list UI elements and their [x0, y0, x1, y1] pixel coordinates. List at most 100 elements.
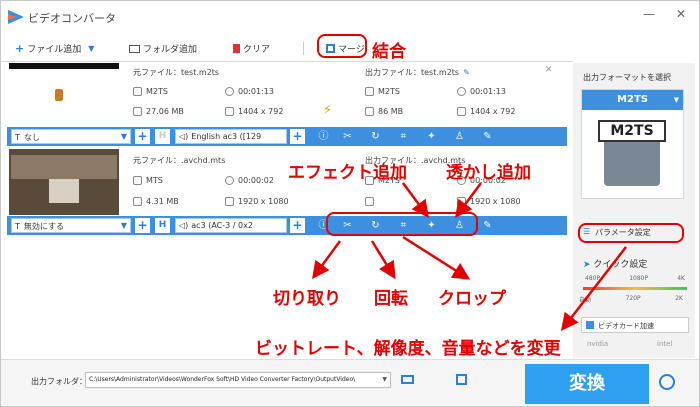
clear-button[interactable]: クリア [233, 42, 270, 55]
convert-arrow-icon: ⚡ [323, 103, 333, 118]
output-path-text: C:\Users\Administrator\Videos\WonderFox … [89, 376, 356, 383]
output-folder-field[interactable]: C:\Users\Administrator\Videos\WonderFox … [85, 372, 391, 388]
output-filename: 出力ファイル：test.m2ts ✎ [365, 68, 470, 77]
remove-file-icon[interactable]: ✕ [545, 65, 553, 75]
quality-4k-label: 4K [677, 275, 685, 282]
scissors-icon[interactable]: ✂ [341, 130, 354, 143]
video-thumbnail[interactable] [9, 149, 119, 215]
quality-720p-label: 720P [625, 295, 641, 302]
audio-track-select[interactable]: ◁) ac3 (AC-3 / 0x2 [175, 218, 287, 233]
folder-icon [133, 197, 142, 206]
folder-icon [365, 107, 374, 116]
quality-auto-label: 自動 [579, 297, 592, 304]
info-icon[interactable]: ⓘ [317, 130, 330, 143]
add-subtitle-button[interactable]: + [135, 218, 150, 233]
minimize-button[interactable]: — [639, 7, 659, 21]
annotation-rotate: 回転 [374, 289, 408, 309]
chevron-down-icon: ▼ [673, 96, 679, 104]
quality-480p-label: 480P [585, 275, 601, 282]
close-button[interactable]: ✕ [671, 7, 691, 21]
format-icon [133, 87, 142, 96]
toolbar: + ファイル追加 ▼ フォルダ追加 クリア マージ [1, 35, 573, 62]
output-size: 86 MB [365, 107, 403, 116]
resolution-icon [457, 197, 466, 206]
add-subtitle-button[interactable]: + [135, 129, 150, 144]
source-duration: 00:01:13 [225, 87, 274, 96]
window-title: ビデオコンバータ [28, 12, 116, 25]
audio-track-select[interactable]: ◁) English ac3 ([129 [175, 129, 287, 144]
clock-icon [225, 87, 234, 96]
tools-highlight [326, 212, 478, 236]
format-icon [133, 176, 142, 185]
browse-folder-icon[interactable] [401, 375, 414, 384]
subtitle-edit-icon[interactable]: ✎ [481, 219, 494, 232]
add-folder-button[interactable]: フォルダ追加 [129, 42, 197, 55]
annotation-effect: エフェクト追加 [288, 163, 407, 183]
hw-icon: H [155, 218, 170, 233]
open-folder-icon[interactable] [456, 374, 467, 385]
crop-icon[interactable]: ⌗ [397, 130, 410, 143]
file-row[interactable]: 元ファイル：test.m2ts M2TS 00:01:13 27.06 MB 1… [7, 63, 567, 125]
quality-labels-bottom: 自動 720P 2K [579, 295, 683, 304]
checkbox-icon [586, 321, 594, 329]
output-resolution: 1920 x 1080 [457, 197, 521, 206]
thumbnail-image [49, 179, 79, 203]
file-edit-bar: T なし ▼ + H ◁) English ac3 ([129 + ⓘ ✂ ↻ ⌗ ✦… [7, 127, 567, 146]
output-resolution: 1404 x 792 [457, 107, 515, 116]
output-format-header: 出力フォーマットを選択 [583, 73, 671, 82]
nvidia-logo: nvidia [587, 340, 609, 348]
trash-icon [233, 44, 240, 53]
edit-icon[interactable]: ✎ [463, 68, 470, 77]
clear-label: クリア [243, 45, 271, 55]
parameter-highlight [578, 223, 684, 243]
format-selector[interactable]: M2TS ▼ M2TS [581, 89, 684, 199]
chevron-down-icon[interactable]: ▼ [382, 376, 387, 383]
folder-icon [365, 197, 374, 206]
subtitle-select[interactable]: T なし ▼ [11, 129, 131, 144]
file-list: 元ファイル：test.m2ts M2TS 00:01:13 27.06 MB 1… [7, 63, 567, 358]
alarm-clock-icon[interactable] [659, 374, 675, 390]
watermark-icon[interactable]: ♙ [453, 130, 466, 143]
quality-1080p-label: 1080P [629, 275, 649, 282]
output-duration: 00:01:13 [457, 87, 506, 96]
rotate-icon[interactable]: ↻ [369, 130, 382, 143]
format-icon [365, 87, 374, 96]
resolution-icon [457, 107, 466, 116]
source-duration: 00:00:02 [225, 176, 274, 185]
add-audio-button[interactable]: + [290, 218, 305, 233]
plus-icon: + [15, 42, 25, 55]
add-audio-button[interactable]: + [290, 129, 305, 144]
source-format: M2TS [133, 87, 168, 96]
annotation-crop: クロップ [438, 289, 506, 309]
video-thumbnail[interactable] [9, 63, 119, 125]
source-format: MTS [133, 176, 163, 185]
gpu-acceleration-toggle[interactable]: ビデオカード加速 [581, 317, 689, 333]
add-file-button[interactable]: + ファイル追加 ▼ [15, 42, 94, 55]
clock-icon [225, 176, 234, 185]
convert-button[interactable]: 変換 [525, 364, 649, 404]
quality-slider[interactable] [583, 287, 687, 290]
merge-highlight [317, 34, 367, 58]
output-format-panel: 出力フォーマットを選択 M2TS ▼ M2TS ☰ パラメータ設定 ➤ クイック設定… [573, 63, 695, 358]
add-folder-label: フォルダ追加 [143, 45, 198, 55]
annotation-params: ビットレート、解像度、音量などを変更 [255, 339, 561, 359]
hw-icon: H [155, 129, 170, 144]
bottom-bar: 出力フォルダ： C:\Users\Administrator\Videos\Wo… [1, 359, 699, 406]
subtitle-select[interactable]: T 無効にする ▼ [11, 218, 131, 233]
annotation-merge: 結合 [372, 42, 406, 62]
folder-icon [133, 107, 142, 116]
effect-wand-icon[interactable]: ✦ [425, 130, 438, 143]
camcorder-icon: M2TS [598, 120, 666, 186]
quick-settings-label: ➤ クイック設定 [583, 260, 648, 270]
format-badge: M2TS [598, 120, 666, 142]
intel-logo: intel [657, 340, 673, 348]
chevron-down-icon[interactable]: ▼ [88, 44, 94, 53]
quality-2k-label: 2K [675, 295, 683, 302]
source-size: 4.31 MB [133, 197, 179, 206]
subtitle-edit-icon[interactable]: ✎ [481, 130, 494, 143]
source-filename: 元ファイル：test.m2ts [133, 68, 220, 77]
annotation-cut: 切り取り [273, 289, 341, 309]
source-resolution: 1920 x 1080 [225, 197, 289, 206]
annotation-watermark: 透かし追加 [446, 163, 531, 183]
resolution-icon [225, 197, 234, 206]
